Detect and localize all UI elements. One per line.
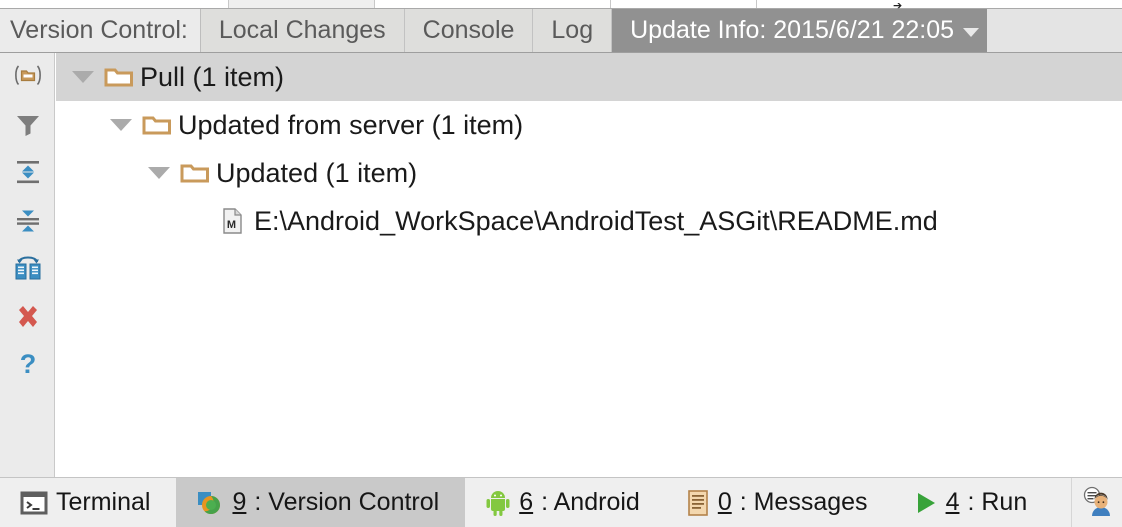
statusbar-tab-label: : Messages [739,488,868,516]
expand-toggle[interactable] [140,167,178,179]
statusbar-tab-label: Terminal [56,488,151,516]
statusbar-tab-mnemonic: 6 [519,488,534,516]
group-by-directory-icon [15,65,41,86]
tab-label: Update Info: 2015/6/21 22:05 [630,16,955,44]
folder-icon-slot [102,65,136,89]
tab-label: Log [551,16,594,44]
folder-icon [104,68,133,87]
svg-text:?: ? [20,350,37,379]
statusbar-tab-mnemonic: 4 [945,488,960,516]
expand-toggle[interactable] [64,71,102,83]
markdown-file-icon: M [223,208,242,234]
expand-all-button[interactable] [9,153,47,191]
tab-strip-filler [987,9,1122,52]
tab-local-changes[interactable]: Local Changes [200,9,405,52]
folder-icon-slot [178,161,212,185]
event-log-icon [1083,486,1110,516]
tree-row-label: Updated (1 item) [216,157,418,188]
statusbar-tab-version-control[interactable]: 9: Version Control [176,478,466,527]
help-icon: ? [20,350,37,379]
tab-log[interactable]: Log [533,9,613,52]
statusbar-tab-run[interactable]: 4: Run [894,478,1054,527]
refresh-button[interactable] [9,249,47,287]
tab-label: Local Changes [218,16,386,44]
top-sliver-segment [756,0,1122,8]
tab-update-info[interactable]: Update Info: 2015/6/21 22:05 [612,9,988,52]
version-control-tool-window: ➔ Version Control: Local Changes Console… [0,0,1122,527]
tree-row[interactable]: Updated from server (1 item) [56,101,1122,149]
folder-icon-slot [140,113,174,137]
tab-console[interactable]: Console [404,9,534,52]
terminal-icon [20,491,48,514]
tab-strip: Version Control: Local Changes Console L… [0,9,1122,53]
folder-icon [180,164,209,183]
chevron-down-icon[interactable] [963,28,980,37]
tree-row[interactable]: Updated (1 item) [56,149,1122,197]
toolbar-rail: ? [0,53,55,477]
messages-icon [688,489,708,516]
group-by-directory-button[interactable] [9,57,47,95]
statusbar-tab-label: : Run [967,488,1028,516]
tree-row[interactable]: M E:\Android_WorkSpace\AndroidTest_ASGit… [56,197,1122,245]
filter-button[interactable] [9,105,47,143]
expand-all-icon [17,161,39,184]
close-button[interactable] [9,298,47,336]
run-icon [917,492,935,513]
tool-window-bar: Terminal 9: Version Control 6: Android 0… [0,477,1122,527]
statusbar-tab-android[interactable]: 6: Android [465,478,666,527]
top-sliver-segment [374,0,611,8]
tree-row[interactable]: Pull (1 item) [56,53,1122,101]
tree-row-label: Updated from server (1 item) [178,109,524,140]
event-log-button[interactable] [1071,478,1122,527]
statusbar-tab-label: : Android [541,488,640,516]
android-icon [486,490,510,516]
tree-row-label: E:\Android_WorkSpace\AndroidTest_ASGit\R… [254,205,938,236]
top-sliver-segment [610,0,757,8]
close-icon [19,306,37,327]
statusbar-tab-mnemonic: 9 [232,488,247,516]
chevron-down-icon [72,71,94,83]
statusbar-filler [1053,478,1071,527]
top-edge-sliver: ➔ [0,0,1122,11]
tab-label: Console [422,16,515,44]
statusbar-tab-terminal[interactable]: Terminal [0,478,176,527]
refresh-compare-icon [15,256,41,280]
folder-icon [142,116,171,135]
statusbar-tab-mnemonic: 0 [717,488,732,516]
chevron-down-icon [148,167,170,179]
version-control-icon [198,491,221,514]
tool-window-body: ? Pull (1 item) Updated from server (1 i… [0,53,1122,477]
svg-text:M: M [227,219,236,231]
collapse-all-icon [17,210,39,232]
file-icon-slot: M [216,207,250,235]
statusbar-tab-messages[interactable]: 0: Messages [666,478,894,527]
tool-window-title: Version Control: [0,9,201,52]
expand-toggle[interactable] [102,119,140,131]
collapse-all-button[interactable] [9,201,47,239]
tree-row-label: Pull (1 item) [140,61,285,92]
help-button[interactable]: ? [9,346,47,384]
chevron-down-icon [110,119,132,131]
top-sliver-segment-filled [228,0,375,8]
update-info-tree[interactable]: Pull (1 item) Updated from server (1 ite… [56,53,1122,477]
statusbar-tab-label: : Version Control [254,488,440,516]
filter-icon [17,116,39,136]
